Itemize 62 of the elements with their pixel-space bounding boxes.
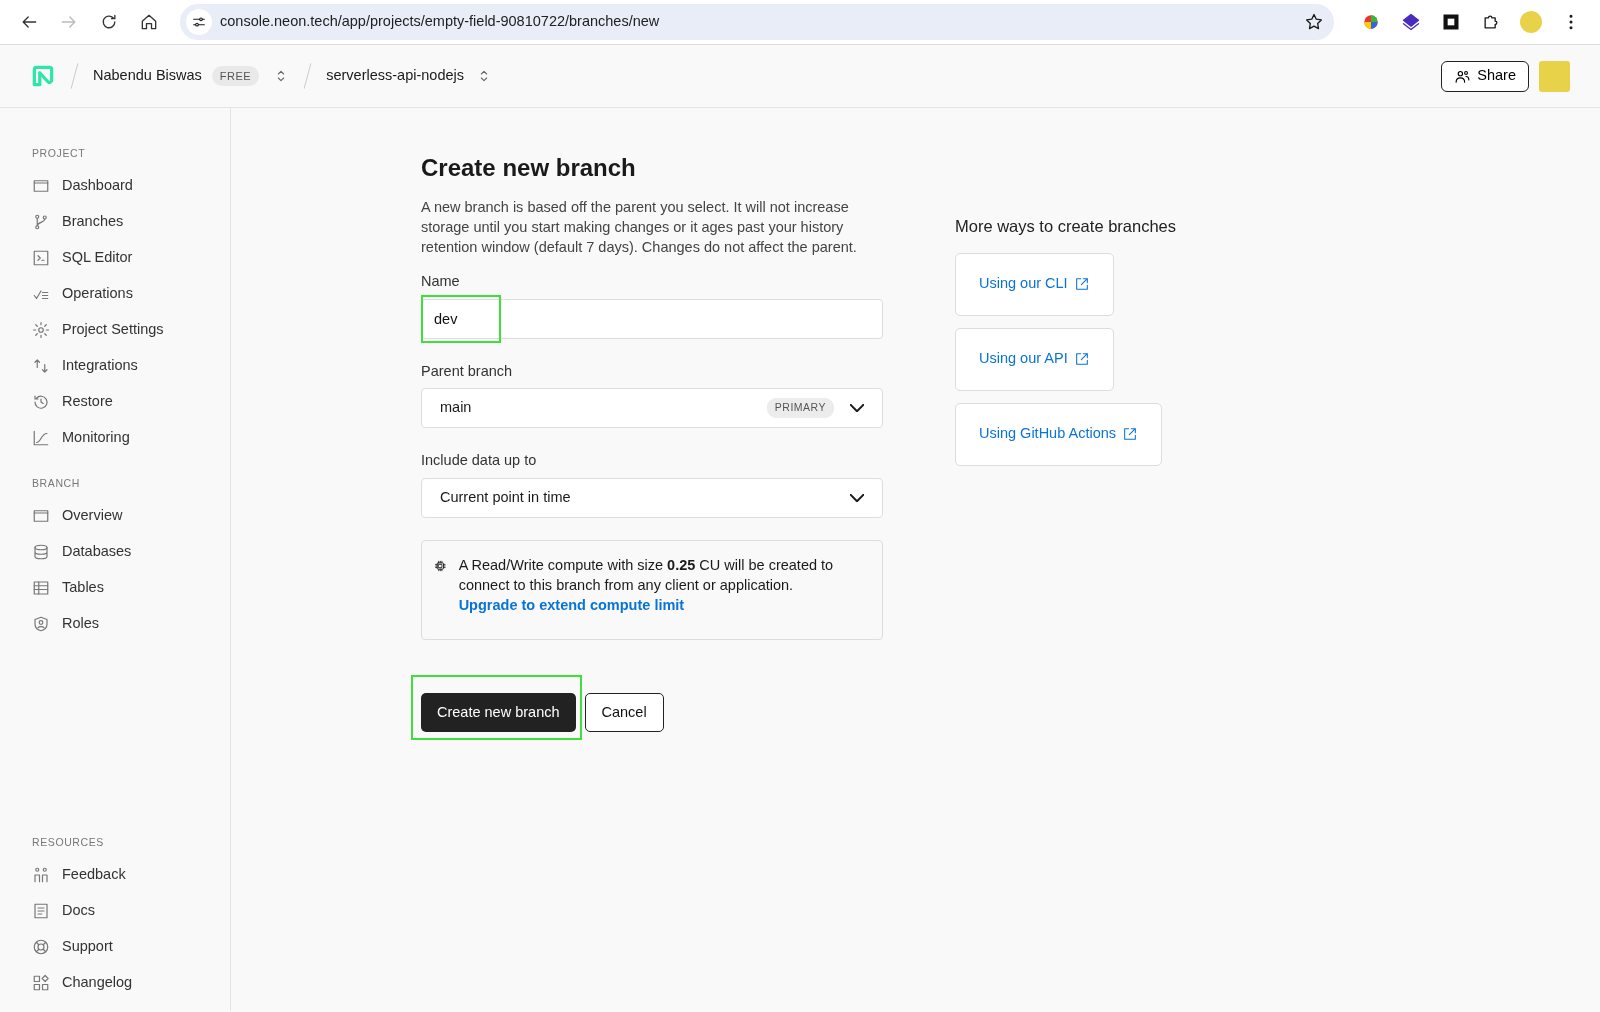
grid-icon <box>32 974 50 992</box>
create-button[interactable]: Create new branch <box>421 693 576 733</box>
field-label: Include data up to <box>421 451 538 471</box>
sidebar-item[interactable]: SQL Editor <box>32 239 230 276</box>
chevron-down-icon <box>850 404 864 413</box>
external-link[interactable]: Using our API <box>955 327 1114 391</box>
upgrade-link[interactable]: Upgrade to extend compute limit <box>458 597 685 614</box>
square-frame-icon[interactable] <box>1441 12 1461 32</box>
sidebar-item[interactable]: Feedback <box>32 857 230 893</box>
sidebar-item[interactable]: Overview <box>32 497 230 534</box>
cancel-button[interactable]: Cancel <box>584 693 664 733</box>
external-link[interactable]: Using GitHub Actions <box>955 402 1162 466</box>
include-data-select[interactable]: Current point in time <box>421 478 883 519</box>
lifebuoy-icon <box>32 938 50 956</box>
arrows-exchange-icon <box>32 356 50 375</box>
section-heading: RESOURCES <box>32 835 105 851</box>
sidebar-item[interactable]: Databases <box>32 533 230 570</box>
chevron-down-icon <box>850 494 864 503</box>
field-label: Name <box>421 271 461 291</box>
external-link[interactable]: Using our CLI <box>955 252 1114 316</box>
field-label: Parent branch <box>421 361 514 381</box>
sidebar-item[interactable]: Support <box>32 929 230 965</box>
project-name[interactable]: serverless-api-nodejs <box>326 65 464 87</box>
color-wheel-icon[interactable] <box>1361 12 1381 32</box>
sidebar-item[interactable]: Project Settings <box>32 311 230 348</box>
section-heading: PROJECT <box>32 146 87 161</box>
sidebar-item[interactable]: Integrations <box>32 347 230 384</box>
sidebar-item[interactable]: Dashboard <box>32 167 230 204</box>
sidebar-item[interactable]: Operations <box>32 275 230 312</box>
sidebar-item[interactable]: Tables <box>32 569 230 606</box>
home-icon[interactable] <box>139 12 159 32</box>
section-title: More ways to create branches <box>955 216 1177 237</box>
table-icon <box>32 578 50 597</box>
name-field[interactable]: dev <box>421 298 883 339</box>
page-title: Create new branch <box>421 154 637 183</box>
people-icon <box>32 866 50 884</box>
sidebar-item[interactable]: Changelog <box>32 965 230 1001</box>
star-icon[interactable] <box>1304 12 1324 32</box>
sidebar-item[interactable]: Docs <box>32 893 230 929</box>
sidebar-item[interactable]: Branches <box>32 203 230 240</box>
terminal-icon <box>32 248 50 267</box>
address-bar[interactable]: console.neon.tech/app/projects/empty-field-90810722/branches/new <box>180 4 1334 40</box>
org-name[interactable]: Nabendu Biswas <box>93 65 202 87</box>
description: A new branch is based off the parent you select. It will not increase storage until you start making changes or it ages past your history retention window (default 7 days). Changes do not affect the parent. <box>421 197 858 257</box>
external-link-icon <box>1073 276 1090 293</box>
sidebar-item[interactable]: Roles <box>32 605 230 642</box>
shield-user-icon <box>32 614 50 633</box>
document-icon <box>32 902 50 920</box>
layers-icon[interactable] <box>1401 12 1421 32</box>
line-chart-icon <box>32 428 50 447</box>
external-link-icon <box>1122 426 1138 443</box>
primary-badge: PRIMARY <box>766 398 834 419</box>
section-heading: BRANCH <box>32 475 81 491</box>
plan-badge: FREE <box>211 65 260 87</box>
info-text: A Read/Write compute with size 0.25 CU will be created to connect to this branch from any client or application. <box>458 556 835 596</box>
database-icon <box>32 542 50 561</box>
branch-icon <box>32 212 50 231</box>
sidebar-item[interactable]: Monitoring <box>32 419 230 456</box>
share-button[interactable]: Share <box>1441 60 1529 92</box>
sidebar-item[interactable]: Restore <box>32 383 230 420</box>
external-link-icon <box>1073 351 1090 368</box>
parent-branch-select[interactable]: main PRIMARY <box>421 388 883 429</box>
